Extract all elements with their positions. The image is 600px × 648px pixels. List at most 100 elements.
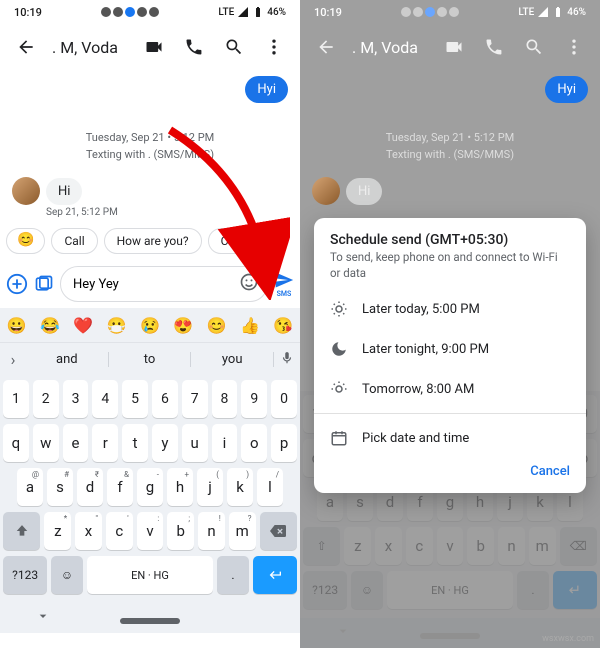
back-button[interactable] [308, 29, 344, 65]
back-button[interactable] [8, 29, 44, 65]
key-9[interactable]: 9 [241, 380, 267, 418]
key-h[interactable]: h+ [167, 468, 193, 506]
shift-key[interactable] [3, 512, 40, 550]
outgoing-bubble[interactable]: Hyi [245, 76, 288, 103]
emoji[interactable]: 👍 [240, 316, 260, 335]
key-w[interactable]: w [33, 424, 59, 462]
key-f[interactable]: f& [107, 468, 133, 506]
gallery-button[interactable] [34, 269, 54, 299]
word-suggestion[interactable]: you [191, 352, 274, 367]
period-key[interactable]: . [217, 556, 249, 594]
key-v[interactable]: v: [137, 512, 164, 550]
word-suggestion[interactable]: to [109, 352, 192, 367]
more-vert-icon [264, 37, 284, 57]
backspace-icon [270, 523, 286, 539]
videocam-icon [444, 37, 464, 57]
schedule-option-tomorrow[interactable]: Tomorrow, 8:00 AM [314, 369, 586, 409]
key-q[interactable]: q [3, 424, 29, 462]
key-t[interactable]: t [122, 424, 148, 462]
nav-keyboard-hide[interactable] [35, 608, 51, 628]
key-8[interactable]: 8 [212, 380, 238, 418]
mic-button[interactable] [274, 350, 300, 369]
overflow-button [556, 29, 592, 65]
key-i[interactable]: i [212, 424, 238, 462]
emoji-button[interactable] [239, 272, 259, 296]
status-icons-right: LTE 46% [518, 6, 586, 18]
key-r[interactable]: r [92, 424, 118, 462]
phone-right: 10:19 LTE 46% . M, Voda Hyi Tuesday, Sep… [300, 0, 600, 648]
key-5[interactable]: 5 [122, 380, 148, 418]
emoji[interactable]: 😘 [273, 316, 293, 335]
key-g[interactable]: g- [137, 468, 163, 506]
key-0[interactable]: 0 [271, 380, 297, 418]
key-j[interactable]: j( [197, 468, 223, 506]
key-3[interactable]: 3 [63, 380, 89, 418]
emoji[interactable]: 😂 [40, 316, 60, 335]
emoji[interactable]: 😍 [173, 316, 193, 335]
message-input[interactable] [73, 277, 239, 292]
key-l[interactable]: l/ [257, 468, 283, 506]
sunrise-icon [330, 380, 348, 398]
word-suggestion[interactable]: and [26, 352, 109, 367]
key-6[interactable]: 6 [152, 380, 178, 418]
outgoing-bubble: Hyi [545, 76, 588, 103]
key-o[interactable]: o [241, 424, 267, 462]
suggestion-row: 😊 Call How are you? Cool [0, 228, 300, 262]
emoji[interactable]: 😷 [107, 316, 127, 335]
emoji[interactable]: 😊 [207, 316, 227, 335]
enter-key[interactable] [253, 556, 297, 594]
key-p[interactable]: p [271, 424, 297, 462]
cancel-button[interactable]: Cancel [314, 458, 586, 487]
emoji[interactable]: 😢 [140, 316, 160, 335]
space-key[interactable]: EN · HG [87, 556, 213, 594]
add-button[interactable] [6, 269, 28, 299]
key-x[interactable]: x" [75, 512, 102, 550]
expand-suggestions[interactable]: › [0, 350, 26, 369]
schedule-option-later-tonight[interactable]: Later tonight, 9:00 PM [314, 329, 586, 369]
schedule-option-pick[interactable]: Pick date and time [314, 418, 586, 458]
key-b[interactable]: b; [167, 512, 194, 550]
call-button[interactable] [176, 29, 212, 65]
suggestion-chip[interactable]: Cool [208, 228, 258, 254]
compose-field[interactable] [60, 266, 268, 302]
emoji[interactable]: ❤️ [73, 316, 93, 335]
avatar[interactable] [12, 177, 40, 205]
key-k[interactable]: k) [227, 468, 253, 506]
suggestion-chip[interactable]: Call [51, 228, 97, 254]
search-button[interactable] [216, 29, 252, 65]
key-s[interactable]: s# [47, 468, 73, 506]
key-7[interactable]: 7 [182, 380, 208, 418]
moon-icon [330, 340, 348, 358]
key-y[interactable]: y [152, 424, 178, 462]
key-c[interactable]: c' [106, 512, 133, 550]
suggestion-chip[interactable]: How are you? [104, 228, 202, 254]
backspace-key[interactable] [260, 512, 297, 550]
key-e[interactable]: e [63, 424, 89, 462]
key-2[interactable]: 2 [33, 380, 59, 418]
schedule-option-later-today[interactable]: Later today, 5:00 PM [314, 289, 586, 329]
emoji-bar[interactable]: 😀 😂 ❤️ 😷 😢 😍 😊 👍 😘 [0, 308, 300, 342]
key-n[interactable]: n! [198, 512, 225, 550]
key-4[interactable]: 4 [92, 380, 118, 418]
qwerty-row-2: a@s#d₹f&g-h+j(k)l/ [3, 468, 297, 506]
incoming-bubble[interactable]: Hi [46, 178, 82, 205]
schedule-send-dialog: Schedule send (GMT+05:30) To send, keep … [314, 218, 586, 493]
emoji[interactable]: 😀 [7, 316, 27, 335]
send-button[interactable]: SMS [274, 270, 294, 298]
key-1[interactable]: 1 [3, 380, 29, 418]
videocall-button[interactable] [136, 29, 172, 65]
key-a[interactable]: a@ [17, 468, 43, 506]
emoji-key[interactable]: ☺ [51, 556, 83, 594]
mic-icon [280, 351, 294, 365]
suggestion-emoji[interactable]: 😊 [6, 228, 45, 254]
key-u[interactable]: u [182, 424, 208, 462]
overflow-button[interactable] [256, 29, 292, 65]
symbols-key[interactable]: ?123 [3, 556, 47, 594]
key-d[interactable]: d₹ [77, 468, 103, 506]
nav-home[interactable] [120, 609, 180, 628]
conversation-title[interactable]: . M, Voda [48, 38, 132, 57]
sun-icon [330, 300, 348, 318]
signal-icon [537, 6, 549, 18]
key-m[interactable]: m? [229, 512, 256, 550]
key-z[interactable]: z* [44, 512, 71, 550]
